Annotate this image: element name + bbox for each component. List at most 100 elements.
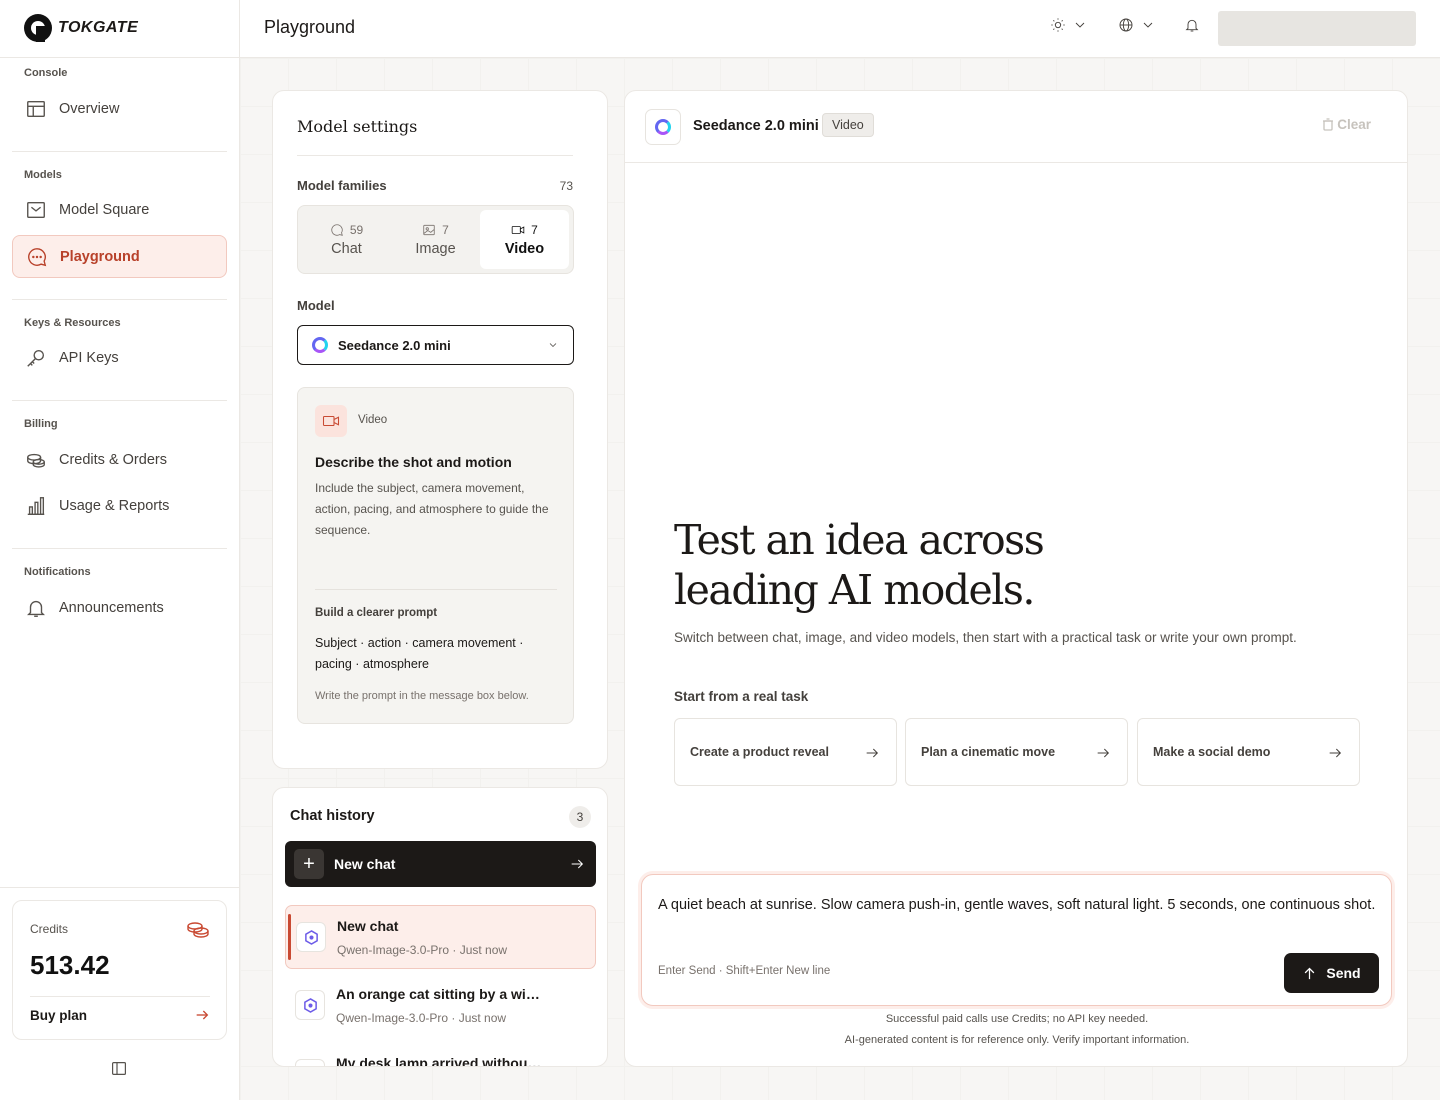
model-label: Model (297, 298, 335, 313)
sidebar-item-playground[interactable]: Playground (12, 235, 227, 278)
user-account-placeholder[interactable] (1218, 11, 1416, 46)
buy-plan-button[interactable]: Buy plan (30, 1007, 210, 1023)
chevron-down-icon (1143, 22, 1153, 28)
notifications-button[interactable] (1184, 17, 1200, 33)
sidebar-item-label: Overview (59, 100, 120, 117)
buy-plan-label: Buy plan (30, 1007, 88, 1023)
clear-label: Clear (1337, 117, 1371, 132)
tab-video[interactable]: 7 Video (480, 210, 569, 269)
chat-history-title: Chat history (290, 808, 375, 824)
chat-name: New chat (337, 918, 399, 934)
sidebar: TOKGATE Console Overview Models Model Sq… (0, 0, 240, 1100)
credits-footnote: Successful paid calls use Credits; no AP… (885, 1013, 1149, 1025)
sidebar-item-label: Model Square (59, 201, 150, 218)
task-card-product-reveal[interactable]: Create a product reveal (674, 718, 897, 786)
disclaimer-footnote: AI-generated content is for reference on… (844, 1034, 1190, 1046)
globe-icon (1119, 18, 1133, 32)
new-chat-button[interactable]: + New chat (285, 841, 596, 887)
model-select[interactable]: Seedance 2.0 mini (297, 325, 574, 365)
prompt-guide-card: Video Describe the shot and motion Inclu… (297, 387, 574, 724)
send-button[interactable]: Send (1284, 953, 1379, 993)
language-selector[interactable] (1118, 17, 1156, 33)
divider (12, 400, 227, 401)
group-label-console: Console (24, 67, 68, 79)
tab-count: 7 (531, 222, 538, 237)
clear-button[interactable]: Clear (1322, 117, 1371, 132)
sidebar-item-usage-reports[interactable]: Usage & Reports (12, 484, 227, 527)
chat-bubble-icon (28, 247, 47, 266)
layout-icon (27, 100, 45, 117)
image-icon (423, 224, 435, 235)
info-description: Include the subject, camera movement, ac… (315, 481, 549, 537)
sidebar-item-model-square[interactable]: Model Square (12, 188, 227, 231)
plus-icon: + (294, 849, 324, 879)
divider (12, 548, 227, 549)
bell-icon (27, 600, 45, 617)
divider (0, 887, 240, 888)
model-settings-panel: Model settings Model families 73 59 Chat… (272, 90, 608, 769)
chat-history-count: 3 (569, 806, 591, 828)
chat-name: An orange cat sitting by a window (336, 986, 546, 1002)
qwen-logo-icon (295, 1059, 325, 1066)
sidebar-item-label: Announcements (59, 599, 164, 616)
info-note: Write the prompt in the message box belo… (315, 690, 529, 702)
key-icon (27, 349, 45, 367)
sidebar-item-announcements[interactable]: Announcements (12, 586, 227, 629)
seedance-logo-icon (312, 337, 328, 353)
chevron-down-icon (549, 343, 557, 348)
tab-label: Video (504, 240, 545, 257)
sidebar-collapse-icon[interactable] (112, 1062, 126, 1075)
tab-image[interactable]: 7 Image (391, 210, 480, 269)
send-label: Send (1326, 965, 1361, 981)
task-card-cinematic-move[interactable]: Plan a cinematic move (905, 718, 1128, 786)
sun-icon (1051, 18, 1065, 32)
coins-icon (27, 453, 45, 468)
sidebar-item-overview[interactable]: Overview (12, 87, 227, 130)
arrow-right-icon (1329, 748, 1342, 758)
arrow-right-icon (571, 859, 584, 869)
model-family-tabs: 59 Chat 7 Image 7 Video (297, 205, 574, 274)
task-label: Make a social demo (1153, 745, 1271, 759)
divider (30, 996, 210, 997)
credits-value: 513.42 (30, 950, 110, 980)
divider (297, 155, 573, 156)
message-composer: A quiet beach at sunrise. Slow camera pu… (641, 874, 1392, 1006)
chat-history-item[interactable]: An orange cat sitting by a window Qwen-I… (285, 974, 596, 1038)
divider (0, 57, 240, 58)
bar-chart-icon (27, 496, 45, 515)
active-model-name: Seedance 2.0 mini (693, 118, 819, 134)
selected-model-name: Seedance 2.0 mini (338, 337, 451, 353)
tab-count: 7 (442, 222, 449, 237)
prompt-input[interactable]: A quiet beach at sunrise. Slow camera pu… (658, 891, 1376, 951)
tab-chat[interactable]: 59 Chat (302, 210, 391, 269)
chat-history-item[interactable]: My desk lamp arrived without a plug (285, 1043, 596, 1066)
top-bar: Playground (240, 0, 1440, 58)
tab-label: Image (415, 240, 456, 257)
info-subheading: Build a clearer prompt (315, 607, 438, 619)
bell-icon (1185, 19, 1199, 32)
group-label-models: Models (24, 169, 62, 181)
sidebar-item-credits-orders[interactable]: Credits & Orders (12, 438, 227, 481)
qwen-logo-icon (296, 922, 326, 952)
sidebar-item-api-keys[interactable]: API Keys (12, 336, 227, 379)
task-card-social-demo[interactable]: Make a social demo (1137, 718, 1360, 786)
chat-meta: Qwen-Image-3.0-Pro · Just now (337, 943, 508, 957)
arrow-right-icon (866, 748, 879, 758)
sidebar-item-label: Playground (60, 248, 140, 265)
trash-icon (1323, 118, 1334, 131)
tab-label: Chat (331, 240, 362, 257)
task-label: Create a product reveal (690, 745, 829, 759)
task-section-label: Start from a real task (674, 689, 809, 704)
group-label-notifications: Notifications (24, 566, 91, 578)
chat-history-item[interactable]: New chat Qwen-Image-3.0-Pro · Just now (285, 905, 596, 969)
video-badge-icon (315, 405, 347, 437)
brand-logo[interactable]: TOKGATE (24, 13, 138, 43)
divider (12, 299, 227, 300)
hero-line-2: leading AI models. (674, 566, 1035, 614)
theme-toggle[interactable] (1050, 17, 1088, 33)
arrow-right-icon (196, 1010, 209, 1020)
playground-panel: Seedance 2.0 mini Video Clear Test an id… (624, 90, 1408, 1067)
sidebar-item-label: API Keys (59, 349, 119, 366)
info-tag: Video (358, 414, 388, 426)
arrow-up-icon (1305, 967, 1315, 979)
